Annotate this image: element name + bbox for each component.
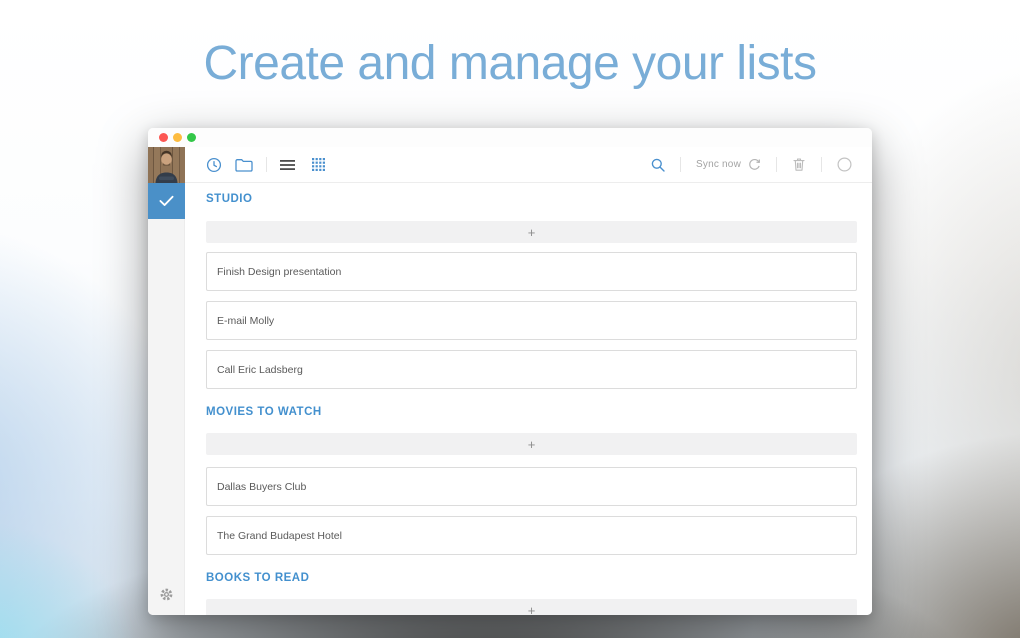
list-view-icon bbox=[280, 159, 295, 171]
zoom-button[interactable] bbox=[187, 133, 196, 142]
toolbar-separator bbox=[266, 157, 267, 172]
list-section-studio: STUDIO + Finish Design presentation E-ma… bbox=[206, 193, 857, 389]
history-button[interactable] bbox=[206, 157, 222, 173]
checkmark-icon bbox=[159, 195, 174, 207]
task-item[interactable]: Dallas Buyers Club bbox=[206, 467, 857, 506]
task-label: Finish Design presentation bbox=[217, 266, 341, 278]
lists-content: STUDIO + Finish Design presentation E-ma… bbox=[185, 183, 872, 615]
task-label: Call Eric Ladsberg bbox=[217, 364, 303, 376]
search-icon bbox=[651, 158, 665, 172]
task-item[interactable]: The Grand Budapest Hotel bbox=[206, 516, 857, 555]
list-section-movies-to-watch: MOVIES TO WATCH + Dallas Buyers Club The… bbox=[206, 406, 857, 555]
todo-app-window: Sync now bbox=[148, 128, 872, 615]
settings-button[interactable] bbox=[148, 587, 185, 602]
toolbar-separator bbox=[776, 157, 777, 172]
page-title: Create and manage your lists bbox=[0, 36, 1020, 91]
clock-icon bbox=[206, 157, 222, 173]
add-task-button[interactable]: + bbox=[206, 433, 857, 455]
task-item[interactable]: E-mail Molly bbox=[206, 301, 857, 340]
list-section-books-to-read: BOOKS TO READ + bbox=[206, 572, 857, 615]
user-avatar[interactable] bbox=[148, 147, 185, 183]
window-titlebar[interactable] bbox=[148, 128, 872, 147]
grid-view-icon bbox=[312, 158, 325, 171]
sidebar-item-tasks[interactable] bbox=[148, 183, 185, 219]
folder-icon bbox=[235, 158, 253, 172]
toolbar: Sync now bbox=[185, 147, 872, 183]
sync-arrows-icon bbox=[748, 158, 761, 171]
grid-view-button[interactable] bbox=[312, 158, 325, 171]
sidebar bbox=[148, 147, 185, 615]
add-task-button[interactable]: + bbox=[206, 599, 857, 615]
section-heading: MOVIES TO WATCH bbox=[206, 406, 857, 418]
minimize-button[interactable] bbox=[173, 133, 182, 142]
task-label: E-mail Molly bbox=[217, 315, 274, 327]
list-view-button[interactable] bbox=[280, 159, 295, 171]
section-heading: STUDIO bbox=[206, 193, 857, 205]
folders-button[interactable] bbox=[235, 158, 253, 172]
close-button[interactable] bbox=[159, 133, 168, 142]
plus-icon: + bbox=[528, 604, 536, 616]
add-task-button[interactable]: + bbox=[206, 221, 857, 243]
task-label: The Grand Budapest Hotel bbox=[217, 530, 342, 542]
task-item[interactable]: Finish Design presentation bbox=[206, 252, 857, 291]
plus-icon: + bbox=[528, 226, 536, 239]
record-status-button[interactable] bbox=[837, 157, 852, 172]
task-item[interactable]: Call Eric Ladsberg bbox=[206, 350, 857, 389]
circle-icon bbox=[837, 157, 852, 172]
user-avatar-image bbox=[148, 147, 185, 183]
plus-icon: + bbox=[528, 438, 536, 451]
gear-icon bbox=[159, 587, 174, 602]
section-heading: BOOKS TO READ bbox=[206, 572, 857, 584]
search-button[interactable] bbox=[651, 158, 665, 172]
toolbar-separator bbox=[680, 157, 681, 172]
task-label: Dallas Buyers Club bbox=[217, 481, 306, 493]
sync-now-label: Sync now bbox=[696, 159, 741, 170]
trash-icon bbox=[792, 157, 806, 172]
trash-button[interactable] bbox=[792, 157, 806, 172]
toolbar-separator bbox=[821, 157, 822, 172]
sync-now-button[interactable]: Sync now bbox=[696, 158, 761, 171]
